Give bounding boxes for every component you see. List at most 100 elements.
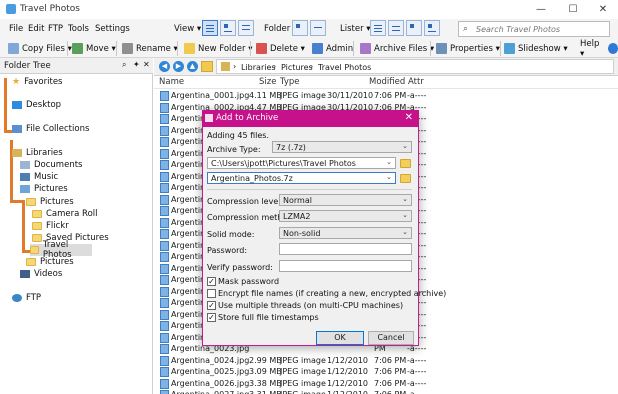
library-icon bbox=[12, 149, 22, 157]
tree-item-flickr[interactable]: Flickr bbox=[32, 220, 69, 232]
menu-file[interactable]: File bbox=[9, 24, 23, 34]
close-icon[interactable]: ✕ bbox=[143, 60, 150, 69]
search-input[interactable]: Search Travel Photos bbox=[476, 25, 560, 34]
file-name: Argentina_0024.jpg bbox=[171, 355, 250, 365]
tree-item-favorites[interactable]: ★ Favorites bbox=[12, 76, 62, 88]
tree-item-pictures-public[interactable]: Pictures bbox=[26, 256, 74, 268]
browse-file-icon[interactable] bbox=[400, 174, 411, 183]
properties-button[interactable]: Properties ▾ bbox=[436, 42, 500, 55]
tree-item-music[interactable]: Music bbox=[20, 171, 58, 183]
column-modified[interactable]: Modified bbox=[369, 77, 405, 87]
file-date: 30/11/2010 bbox=[327, 91, 374, 100]
tree-item-pictures-folder[interactable]: Pictures bbox=[26, 196, 74, 208]
encrypt-names-checkbox[interactable] bbox=[207, 289, 216, 298]
menu-tools[interactable]: Tools bbox=[68, 24, 89, 34]
home-folder-icon[interactable] bbox=[201, 61, 213, 72]
tree-item-travel-photos[interactable]: Travel Photos bbox=[30, 240, 92, 260]
password-field[interactable] bbox=[279, 243, 412, 255]
table-row[interactable]: Argentina_0024.jpg 2.99 MB JPEG image 1/12/… bbox=[154, 355, 618, 367]
pin-icon[interactable]: ✦ bbox=[133, 60, 140, 69]
close-button[interactable]: ✕ bbox=[588, 0, 618, 19]
menu-ftp[interactable]: FTP bbox=[48, 24, 63, 34]
menu-settings[interactable]: Settings bbox=[95, 24, 130, 34]
view-tiles-icon[interactable] bbox=[424, 20, 440, 36]
delete-label: Delete ▾ bbox=[270, 43, 305, 54]
menu-view[interactable]: View ▾ bbox=[174, 24, 201, 34]
breadcrumb[interactable]: › Libraries › Pictures › Travel Photos bbox=[216, 59, 614, 74]
tree-item-desktop[interactable]: Desktop bbox=[12, 99, 61, 111]
move-button[interactable]: Move ▾ bbox=[72, 42, 116, 55]
search-icon[interactable]: ⌕ bbox=[122, 60, 126, 70]
breadcrumb-libraries[interactable]: Libraries bbox=[241, 63, 276, 72]
breadcrumb-pictures[interactable]: Pictures bbox=[281, 63, 313, 72]
chevron-down-icon: ⌄ bbox=[386, 158, 392, 166]
back-icon[interactable]: ◀ bbox=[159, 61, 170, 72]
help-button[interactable]: Help ▾ bbox=[580, 39, 618, 59]
verify-password-field[interactable] bbox=[279, 260, 412, 272]
table-row[interactable]: Argentina_0001.jpg 4.11 MB JPEG image 30/11… bbox=[154, 90, 618, 102]
title-bar: Travel Photos — ☐ ✕ bbox=[0, 0, 618, 19]
compression-method-select[interactable]: LZMA2 ⌄ bbox=[279, 210, 412, 222]
maximize-button[interactable]: ☐ bbox=[558, 0, 588, 19]
cancel-button[interactable]: Cancel bbox=[368, 331, 414, 345]
timestamps-checkbox[interactable]: ✓ bbox=[207, 313, 216, 322]
library-icon bbox=[221, 62, 230, 71]
dialog-close-icon[interactable]: ✕ bbox=[405, 112, 413, 123]
archive-type-select[interactable]: 7z (.7z) ⌄ bbox=[272, 141, 412, 153]
file-type: JPEG image bbox=[280, 390, 326, 394]
delete-button[interactable]: Delete ▾ bbox=[256, 42, 305, 55]
toolbar-divider bbox=[177, 41, 178, 56]
file-date: 1/12/2010 bbox=[327, 378, 369, 388]
view-list-icon[interactable] bbox=[388, 20, 404, 36]
file-attr: -a---- bbox=[407, 390, 426, 394]
menu-lister[interactable]: Lister ▾ bbox=[340, 24, 371, 34]
table-row[interactable]: Argentina_0027.jpg3.31 MBJPEG image1/12/… bbox=[154, 389, 618, 394]
image-file-icon bbox=[160, 390, 169, 394]
folder-new-icon[interactable] bbox=[292, 20, 308, 36]
search-box[interactable]: ⌕ Search Travel Photos bbox=[458, 21, 610, 37]
table-row[interactable]: Argentina_0026.jpg 3.38 MB JPEG image 1/12/… bbox=[154, 378, 618, 390]
rename-button[interactable]: Rename ▾ bbox=[122, 42, 178, 55]
slideshow-icon bbox=[504, 43, 515, 54]
tree-item-documents[interactable]: Documents bbox=[20, 159, 82, 171]
file-attr: -a---- bbox=[407, 91, 427, 100]
breadcrumb-travel-photos[interactable]: Travel Photos bbox=[318, 63, 371, 72]
new-folder-button[interactable]: New Folder ▾ bbox=[184, 42, 252, 55]
mask-password-checkbox[interactable]: ✓ bbox=[207, 277, 216, 286]
tree-item-videos[interactable]: Videos bbox=[20, 268, 62, 280]
tree-item-pictures[interactable]: Pictures bbox=[20, 183, 68, 195]
column-attr[interactable]: Attr bbox=[408, 77, 424, 87]
solid-mode-select[interactable]: Non-solid ⌄ bbox=[279, 227, 412, 239]
slideshow-button[interactable]: Slideshow ▾ bbox=[504, 42, 568, 55]
admin-button[interactable]: Admin bbox=[312, 42, 353, 55]
up-icon[interactable]: ▲ bbox=[187, 61, 198, 72]
multithread-checkbox[interactable]: ✓ bbox=[207, 301, 216, 310]
column-name[interactable]: Name bbox=[159, 77, 184, 87]
archive-files-button[interactable]: Archive Files ▾ bbox=[360, 42, 434, 55]
layout-preview-icon[interactable] bbox=[238, 20, 254, 36]
view-details-icon[interactable] bbox=[370, 20, 386, 36]
tree-item-libraries[interactable]: Libraries bbox=[12, 147, 63, 159]
minimize-button[interactable]: — bbox=[526, 0, 556, 19]
image-file-icon bbox=[160, 344, 169, 354]
tree-item-ftp[interactable]: FTP bbox=[12, 292, 41, 304]
layout-single-icon[interactable] bbox=[202, 20, 218, 36]
column-size[interactable]: Size bbox=[259, 77, 276, 87]
forward-icon[interactable]: ▶ bbox=[173, 61, 184, 72]
image-file-icon bbox=[160, 263, 169, 274]
tree-item-camera-roll[interactable]: Camera Roll bbox=[32, 208, 98, 220]
menu-edit[interactable]: Edit bbox=[28, 24, 44, 34]
copy-files-button[interactable]: Copy Files ▾ bbox=[8, 42, 72, 55]
compression-level-select[interactable]: Normal ⌄ bbox=[279, 194, 412, 206]
tree-item-file-collections[interactable]: File Collections bbox=[12, 123, 89, 135]
view-thumbs-icon[interactable] bbox=[406, 20, 422, 36]
table-row[interactable]: Argentina_0025.jpg 3.09 MB JPEG image 1/12/… bbox=[154, 366, 618, 378]
column-type[interactable]: Type bbox=[280, 77, 300, 87]
archive-path-input[interactable]: C:\Users\jpott\Pictures\Travel Photos ⌄ bbox=[207, 157, 396, 169]
toolbar-divider bbox=[116, 41, 117, 56]
browse-folder-icon[interactable] bbox=[400, 159, 411, 168]
archive-name-input[interactable]: Argentina_Photos.7z ⌄ bbox=[207, 172, 396, 184]
ok-button[interactable]: OK bbox=[316, 331, 364, 345]
layout-dual-icon[interactable] bbox=[220, 20, 236, 36]
folder-options-icon[interactable] bbox=[310, 20, 326, 36]
